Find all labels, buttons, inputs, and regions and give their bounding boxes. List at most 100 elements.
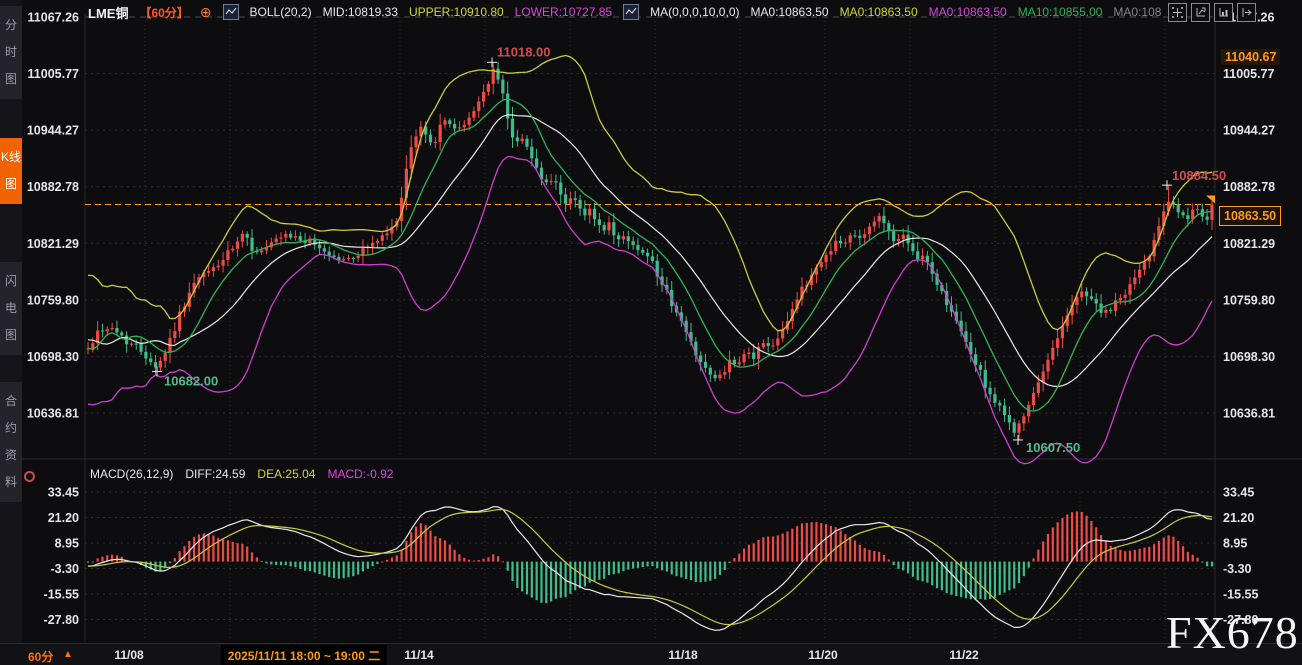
price-annotation: 11018.00	[497, 44, 551, 59]
macd-hist-bar	[169, 562, 171, 563]
macd-hist-bar	[1032, 558, 1034, 561]
macd-hist-bar	[1134, 550, 1136, 562]
timeframe-label: 【60分】	[139, 4, 188, 21]
sidebar-tab-4[interactable]: 合约资料	[0, 382, 22, 502]
macd-hist-bar	[1211, 562, 1213, 567]
macd-hist-bar	[97, 558, 99, 561]
macd-hist-bar	[700, 562, 702, 583]
shift-right-icon[interactable]	[1237, 3, 1256, 22]
macd-hist-bar	[791, 529, 793, 562]
y-axis-label-right: 10636.81	[1223, 407, 1275, 421]
macd-hist-bar	[478, 560, 480, 562]
macd-hist-bar	[101, 557, 103, 562]
period-indicator[interactable]: 60分	[28, 648, 53, 665]
macd-hist-bar	[444, 540, 446, 561]
macd-hist-bar	[391, 558, 393, 562]
macd-hist-bar	[902, 562, 904, 571]
macd-hist-bar	[854, 541, 856, 562]
macd-hist-bar	[1028, 562, 1030, 568]
macd-hist-bar	[463, 558, 465, 562]
macd-axis-label-left: -15.55	[44, 587, 79, 601]
macd-axis-label-left: -3.30	[51, 562, 80, 576]
macd-hist-bar	[1003, 562, 1005, 593]
boll-upper-value: UPPER:10910.80	[409, 5, 504, 19]
macd-hist-bar	[492, 554, 494, 561]
macd-hist-bar	[830, 526, 832, 562]
axis-bars-icon[interactable]	[1214, 3, 1233, 22]
macd-hist-bar	[439, 538, 441, 561]
macd-hist-bar	[1057, 522, 1059, 561]
macd-hist-bar	[265, 562, 267, 564]
x-axis-date-label: 11/22	[949, 648, 978, 662]
y-axis-label-right: 10698.30	[1223, 350, 1275, 364]
macd-hist-bar	[116, 555, 118, 561]
macd-hist-bar	[511, 562, 513, 581]
macd-hist-bar	[405, 541, 407, 562]
macd-hist-bar	[849, 537, 851, 562]
y-axis-label-right: 10882.78	[1223, 180, 1275, 194]
y-axis-label-left: 11005.77	[28, 67, 79, 81]
sidebar-tab-3[interactable]: 闪电图	[0, 262, 22, 355]
period-up-arrow-icon[interactable]: ▲	[63, 649, 73, 660]
macd-indicator-icon[interactable]	[24, 471, 35, 482]
macd-hist-bar	[950, 562, 952, 595]
macd-hist-bar	[656, 562, 658, 569]
ma0-white-value: MA0:10863.50	[751, 5, 829, 19]
macd-hist-bar	[811, 522, 813, 561]
macd-hist-bar	[685, 562, 687, 579]
macd-hist-bar	[285, 562, 287, 566]
macd-hist-bar	[261, 561, 263, 562]
macd-hist-bar	[338, 562, 340, 579]
macd-hist-bar	[367, 562, 369, 569]
sidebar-tab-2[interactable]: K线图	[0, 138, 22, 204]
macd-hist-bar	[1139, 549, 1141, 562]
macd-hist-bar	[931, 562, 933, 586]
macd-axis-label-right: -3.30	[1223, 562, 1252, 576]
macd-hist-bar	[767, 536, 769, 561]
price-chart-canvas[interactable]: 11067.2611067.2611005.7711005.7710944.27…	[0, 0, 1302, 665]
macd-hist-bar	[270, 562, 272, 565]
macd-hist-bar	[579, 562, 581, 589]
macd-hist-bar	[671, 562, 673, 575]
y-axis-label-left: 10944.27	[27, 124, 79, 138]
macd-hist-bar	[926, 562, 928, 583]
macd-hist-bar	[1163, 538, 1165, 562]
sidebar-tab-1[interactable]: 分时图	[0, 6, 22, 99]
chart-header: LME铜 【60分】 ⊕ BOLL(20,2) MID:10819.33 UPP…	[88, 0, 1161, 24]
macd-hist-bar	[1196, 558, 1198, 562]
macd-hist-bar	[545, 562, 547, 604]
macd-hist-bar	[468, 560, 470, 562]
y-axis-label-right: 10944.27	[1223, 124, 1275, 138]
macd-hist-bar	[236, 543, 238, 561]
macd-hist-bar	[212, 536, 214, 562]
indicator-icon[interactable]	[623, 4, 639, 20]
macd-hist-bar	[622, 562, 624, 572]
macd-hist-bar	[183, 546, 185, 561]
y-axis-label-right: 10759.80	[1223, 293, 1275, 307]
crosshair-move-icon[interactable]	[1168, 3, 1187, 22]
time-axis-bar: 60分 ▲ 11/0811/1411/1811/2011/222025/11/1…	[0, 643, 1302, 665]
x-axis-date-label: 11/20	[808, 648, 837, 662]
macd-hist-bar	[1119, 550, 1121, 562]
chart-toolbar	[1168, 3, 1256, 22]
macd-hist-bar	[333, 562, 335, 578]
macd-hist-bar	[396, 555, 398, 561]
macd-hist-bar	[376, 562, 378, 564]
macd-hist-bar	[637, 562, 639, 568]
macd-hist-bar	[782, 534, 784, 562]
macd-hist-bar	[222, 540, 224, 562]
axis-scale-icon[interactable]	[1191, 3, 1210, 22]
price-annotation: 10884.50	[1172, 168, 1226, 183]
macd-hist-bar	[748, 545, 750, 562]
macd-hist-bar	[632, 562, 634, 569]
ma0-magenta-value: MA0:10863.50	[929, 5, 1007, 19]
macd-hist-bar	[642, 562, 644, 567]
macd-hist-bar	[429, 531, 431, 562]
macd-hist-bar	[1052, 527, 1054, 561]
macd-hist-bar	[294, 562, 296, 568]
macd-hist-bar	[381, 562, 383, 563]
macd-hist-bar	[946, 562, 948, 594]
macd-diff-value: DIFF:24.59	[185, 467, 245, 481]
overlay-add-icon[interactable]: ⊕	[200, 4, 212, 21]
indicator-icon[interactable]	[223, 4, 239, 20]
